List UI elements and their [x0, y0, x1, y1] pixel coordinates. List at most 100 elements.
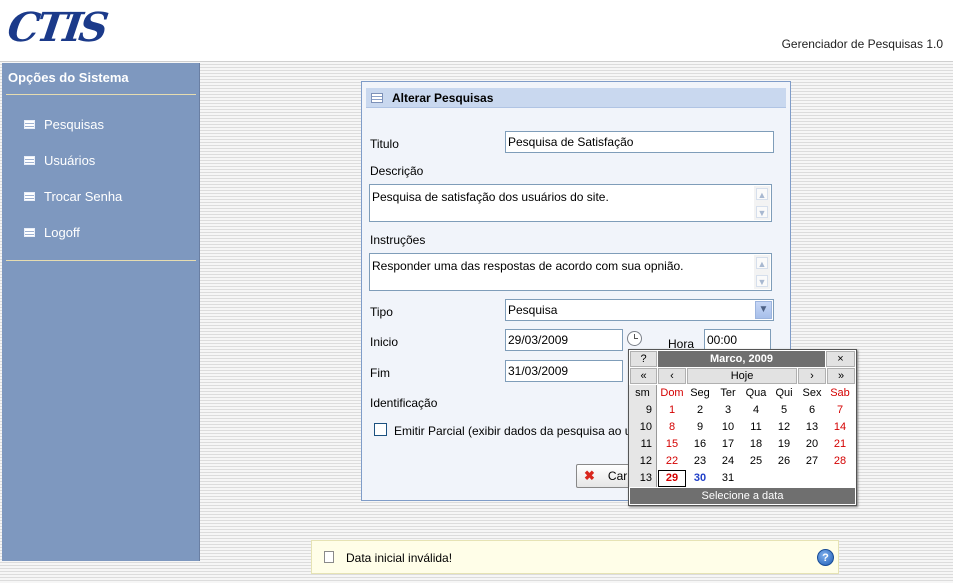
calendar-day[interactable]: 26 — [770, 453, 798, 470]
help-icon[interactable]: ? — [817, 549, 834, 566]
sidebar-title: Opções do Sistema — [8, 70, 129, 85]
tipo-label: Tipo — [370, 305, 393, 319]
scrollbar[interactable]: ▲ ▼ — [754, 186, 770, 220]
scroll-up-icon[interactable]: ▲ — [756, 257, 768, 269]
emitir-parcial-label: Emitir Parcial (exibir dados da pesquisa… — [394, 424, 651, 438]
calendar-day[interactable]: 12 — [770, 419, 798, 436]
scrollbar[interactable]: ▲ ▼ — [754, 255, 770, 289]
calendar-day[interactable]: 4 — [742, 402, 770, 419]
calendar-day[interactable]: 15 — [658, 436, 686, 453]
calendar-day[interactable]: 30 — [686, 470, 714, 487]
sidebar-item-trocar-senha[interactable]: Trocar Senha — [24, 189, 122, 204]
calendar-day[interactable]: 1 — [658, 402, 686, 419]
descricao-label: Descrição — [370, 164, 424, 178]
calendar-day[interactable]: 29 — [658, 470, 686, 487]
calendar-close-button[interactable]: × — [826, 351, 855, 367]
calendar-day[interactable]: 22 — [658, 453, 686, 470]
calendar-day[interactable]: 13 — [798, 419, 826, 436]
calendar-day[interactable]: 10 — [714, 419, 742, 436]
calendar-day[interactable]: 17 — [714, 436, 742, 453]
sidebar-divider — [6, 260, 196, 261]
calendar-day[interactable]: 23 — [686, 453, 714, 470]
sidebar-item-label: Logoff — [44, 225, 80, 240]
calendar-day[interactable]: 25 — [742, 453, 770, 470]
descricao-textarea[interactable]: Pesquisa de satisfação dos usuários do s… — [369, 184, 772, 222]
form-icon — [371, 92, 383, 103]
calendar-next-year-button[interactable]: » — [827, 368, 855, 384]
calendar-day-name: Qua — [745, 387, 767, 399]
calendar-day[interactable]: 20 — [798, 436, 826, 453]
cancel-button[interactable]: ✖ Car — [576, 464, 636, 488]
calendar-day[interactable]: 6 — [798, 402, 826, 419]
scroll-up-icon[interactable]: ▲ — [756, 188, 768, 200]
panel-title: Alterar Pesquisas — [392, 90, 494, 105]
status-message-bar: Data inicial inválida! ? — [311, 540, 839, 574]
calendar-empty-cell — [742, 470, 770, 487]
sidebar-item-label: Pesquisas — [44, 117, 104, 132]
sidebar-item-usuarios[interactable]: Usuários — [24, 153, 95, 168]
inicio-date-input[interactable]: 29/03/2009 — [505, 329, 623, 351]
list-icon — [24, 228, 35, 237]
date-picker-popup: ? Marco, 2009 × « ‹ Hoje › » sm Dom Seg Te… — [628, 349, 857, 506]
list-icon — [24, 120, 35, 129]
calendar-day[interactable]: 28 — [826, 453, 854, 470]
calendar-day-name: Dom — [660, 387, 684, 399]
sidebar-item-pesquisas[interactable]: Pesquisas — [24, 117, 104, 132]
scroll-down-icon[interactable]: ▼ — [756, 275, 768, 287]
calendar-day[interactable]: 8 — [658, 419, 686, 436]
calendar-day-name: Seg — [690, 387, 710, 399]
app-title: Gerenciador de Pesquisas 1.0 — [781, 37, 943, 51]
status-message: Data inicial inválida! — [346, 551, 453, 565]
sidebar: Opções do Sistema Pesquisas Usuários Tro… — [2, 63, 200, 561]
calendar-day-name: Sex — [802, 387, 822, 399]
calendar-day[interactable]: 5 — [770, 402, 798, 419]
calendar-day[interactable]: 19 — [770, 436, 798, 453]
calendar-day[interactable]: 18 — [742, 436, 770, 453]
list-icon — [24, 156, 35, 165]
calendar-month-title: Marco, 2009 — [658, 351, 825, 367]
emitir-parcial-checkbox[interactable] — [374, 423, 387, 436]
calendar-day[interactable]: 7 — [826, 402, 854, 419]
calendar-day[interactable]: 11 — [742, 419, 770, 436]
calendar-week-number: 9 — [629, 402, 657, 419]
clock-icon[interactable] — [627, 331, 642, 346]
calendar-day[interactable]: 27 — [798, 453, 826, 470]
calendar-next-month-button[interactable]: › — [798, 368, 826, 384]
calendar-day[interactable]: 3 — [714, 402, 742, 419]
calendar-footer: Selecione a data — [630, 488, 855, 504]
tipo-select[interactable]: Pesquisa ▼ — [505, 299, 774, 321]
calendar-prev-month-button[interactable]: ‹ — [658, 368, 686, 384]
calendar-day[interactable]: 14 — [826, 419, 854, 436]
calendar-prev-year-button[interactable]: « — [630, 368, 657, 384]
calendar-day[interactable]: 21 — [826, 436, 854, 453]
tipo-selected-value: Pesquisa — [508, 303, 558, 317]
calendar-day[interactable]: 9 — [686, 419, 714, 436]
sidebar-divider — [6, 94, 196, 95]
fim-date-input[interactable]: 31/03/2009 — [505, 360, 623, 382]
calendar-day-name: Sab — [830, 387, 850, 399]
calendar-empty-cell — [770, 470, 798, 487]
calendar-help-button[interactable]: ? — [630, 351, 657, 367]
cancel-icon: ✖ — [584, 468, 595, 483]
hora-input[interactable]: 00:00 — [704, 329, 771, 351]
scroll-down-icon[interactable]: ▼ — [756, 206, 768, 218]
calendar-week-header: sm — [629, 385, 657, 402]
calendar-empty-cell — [826, 470, 854, 487]
calendar-day[interactable]: 31 — [714, 470, 742, 487]
calendar-day[interactable]: 16 — [686, 436, 714, 453]
chevron-down-icon[interactable]: ▼ — [755, 301, 772, 319]
document-icon — [324, 551, 334, 563]
calendar-day[interactable]: 2 — [686, 402, 714, 419]
instrucoes-label: Instruções — [370, 233, 426, 247]
identificacao-label: Identificação — [370, 396, 438, 410]
calendar-day-name: Ter — [720, 387, 736, 399]
sidebar-item-logoff[interactable]: Logoff — [24, 225, 80, 240]
calendar-day[interactable]: 24 — [714, 453, 742, 470]
instrucoes-textarea[interactable]: Responder uma das respostas de acordo co… — [369, 253, 772, 291]
calendar-today-button[interactable]: Hoje — [687, 368, 797, 384]
ctis-logo: CTIS — [4, 4, 109, 51]
titulo-input[interactable]: Pesquisa de Satisfação — [505, 131, 774, 153]
fim-label: Fim — [370, 366, 390, 380]
sidebar-item-label: Trocar Senha — [44, 189, 123, 204]
list-icon — [24, 192, 35, 201]
